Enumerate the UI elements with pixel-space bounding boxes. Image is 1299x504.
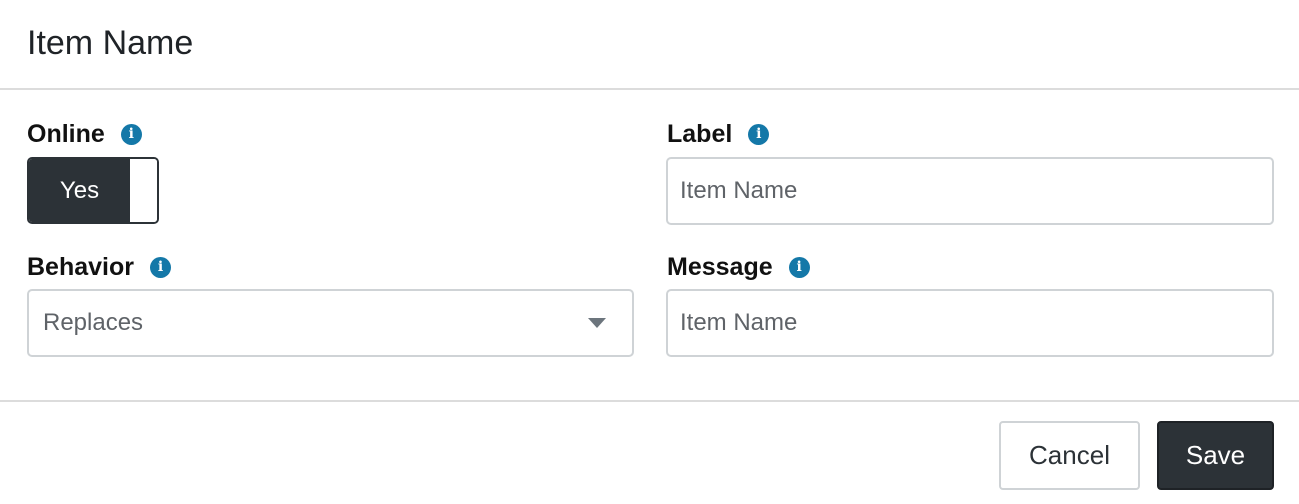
save-button[interactable]: Save: [1157, 421, 1274, 490]
online-toggle-on-state: Yes: [29, 159, 130, 222]
label-input[interactable]: [666, 157, 1274, 225]
info-icon[interactable]: i: [788, 256, 810, 278]
online-field-label: Online i: [27, 119, 142, 149]
label-field-label: Label i: [667, 119, 770, 149]
online-toggle[interactable]: Yes: [27, 157, 159, 224]
info-icon[interactable]: i: [748, 123, 770, 145]
behavior-field-label: Behavior i: [27, 252, 171, 282]
behavior-select[interactable]: Replaces: [27, 289, 634, 357]
behavior-label-text: Behavior: [27, 253, 134, 281]
dialog-header: Item Name: [0, 0, 1299, 90]
cancel-button[interactable]: Cancel: [999, 421, 1140, 490]
online-toggle-knob: [130, 159, 157, 222]
behavior-selected-value: Replaces: [43, 309, 144, 336]
dialog-title: Item Name: [27, 24, 194, 62]
info-icon[interactable]: i: [120, 123, 142, 145]
message-field-label: Message i: [667, 252, 810, 282]
item-dialog: Item Name Online i Yes Label i Behavior …: [0, 0, 1299, 504]
online-label-text: Online: [27, 120, 105, 148]
chevron-down-icon: [588, 318, 606, 328]
message-input[interactable]: [666, 289, 1274, 357]
info-icon[interactable]: i: [149, 256, 171, 278]
label-label-text: Label: [667, 120, 733, 148]
footer-divider: [0, 400, 1299, 402]
message-label-text: Message: [667, 253, 773, 281]
